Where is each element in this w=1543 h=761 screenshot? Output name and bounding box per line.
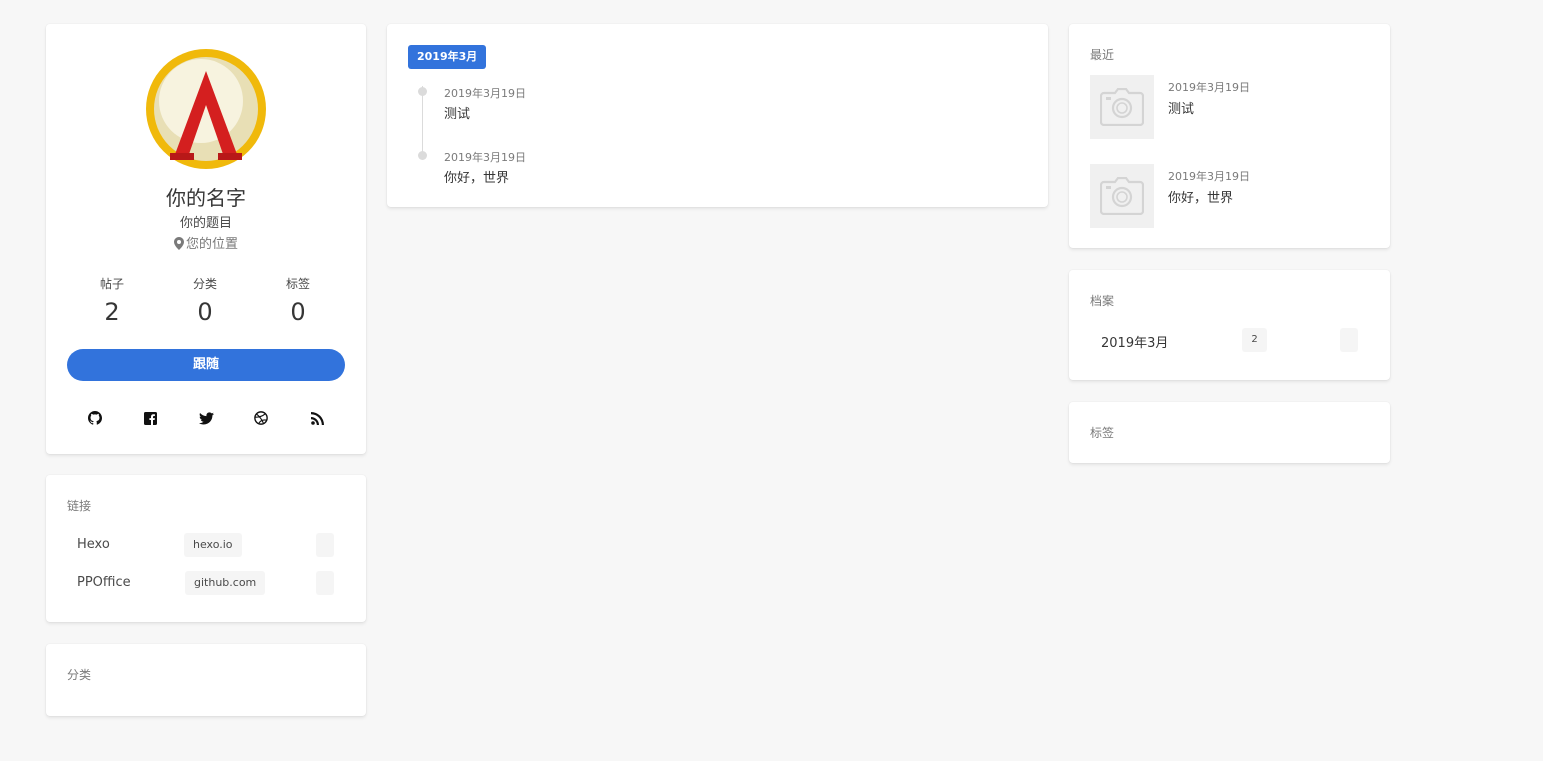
widget-title: 分类 bbox=[67, 668, 92, 682]
post-title-link[interactable]: 你好，世界 bbox=[1168, 187, 1233, 206]
archive-count-tag: 2 bbox=[1242, 328, 1267, 352]
stat-categories[interactable]: 分类 0 bbox=[159, 275, 251, 326]
twitter-icon[interactable] bbox=[197, 409, 215, 427]
link-blank-tag bbox=[316, 533, 334, 557]
links-widget: 链接 Hexo hexo.io PPOffice github.com bbox=[46, 475, 366, 622]
timeline-card: 2019年3月 2019年3月19日 测试 2019年3月19日 你好，世界 bbox=[387, 24, 1048, 207]
link-name[interactable]: Hexo bbox=[77, 537, 110, 552]
timeline-dot bbox=[418, 151, 427, 160]
link-host-tag[interactable]: github.com bbox=[185, 571, 266, 595]
profile-title: 你的题目 bbox=[179, 216, 232, 231]
stat-value: 0 bbox=[197, 298, 213, 326]
profile-name: 你的名字 bbox=[166, 186, 246, 210]
tags-widget: 标签 bbox=[1069, 402, 1390, 463]
widget-title: 最近 bbox=[1090, 48, 1115, 62]
timeline-month-tag: 2019年3月 bbox=[408, 45, 487, 69]
stat-posts[interactable]: 帖子 2 bbox=[66, 275, 158, 326]
post-date: 2019年3月19日 bbox=[444, 151, 526, 164]
archive-month-link[interactable]: 2019年3月 bbox=[1101, 332, 1168, 351]
profile-card: 你的名字 你的题目 您的位置 帖子 2 分类 0 标签 0 跟随 bbox=[46, 24, 366, 454]
timeline-dot bbox=[418, 87, 427, 96]
post-thumbnail[interactable] bbox=[1090, 164, 1154, 228]
post-thumbnail[interactable] bbox=[1090, 75, 1154, 139]
widget-title: 档案 bbox=[1090, 294, 1115, 308]
categories-widget: 分类 bbox=[46, 644, 366, 716]
follow-button[interactable]: 跟随 bbox=[67, 349, 345, 381]
post-date: 2019年3月19日 bbox=[1168, 81, 1250, 94]
dribbble-icon[interactable] bbox=[252, 409, 270, 427]
facebook-icon[interactable] bbox=[141, 409, 159, 427]
archives-widget: 档案 2019年3月 2 bbox=[1069, 270, 1390, 380]
post-title-link[interactable]: 测试 bbox=[444, 103, 470, 122]
archive-blank-tag bbox=[1340, 328, 1358, 352]
recent-widget: 最近 2019年3月19日 测试 2019年3月19日 你好，世界 bbox=[1069, 24, 1390, 248]
widget-title: 链接 bbox=[67, 499, 92, 513]
location-text: 您的位置 bbox=[185, 237, 238, 252]
camera-icon bbox=[1100, 88, 1144, 126]
avatar bbox=[146, 49, 266, 169]
rss-icon[interactable] bbox=[308, 409, 326, 427]
timeline-line bbox=[422, 86, 423, 158]
stat-tags[interactable]: 标签 0 bbox=[252, 275, 344, 326]
camera-icon bbox=[1100, 177, 1144, 215]
post-title-link[interactable]: 测试 bbox=[1168, 98, 1194, 117]
stat-value: 0 bbox=[290, 298, 306, 326]
stat-label: 帖子 bbox=[99, 277, 124, 291]
github-icon[interactable] bbox=[86, 409, 104, 427]
profile-location: 您的位置 bbox=[46, 233, 366, 252]
map-marker-icon bbox=[173, 237, 184, 250]
widget-title: 标签 bbox=[1090, 426, 1115, 440]
stat-label: 标签 bbox=[285, 277, 310, 291]
link-host-tag[interactable]: hexo.io bbox=[184, 533, 242, 557]
link-name[interactable]: PPOffice bbox=[77, 575, 131, 590]
post-date: 2019年3月19日 bbox=[444, 87, 526, 100]
post-title-link[interactable]: 你好，世界 bbox=[444, 167, 509, 186]
post-date: 2019年3月19日 bbox=[1168, 170, 1250, 183]
stat-label: 分类 bbox=[192, 277, 217, 291]
link-blank-tag bbox=[316, 571, 334, 595]
stat-value: 2 bbox=[104, 298, 120, 326]
